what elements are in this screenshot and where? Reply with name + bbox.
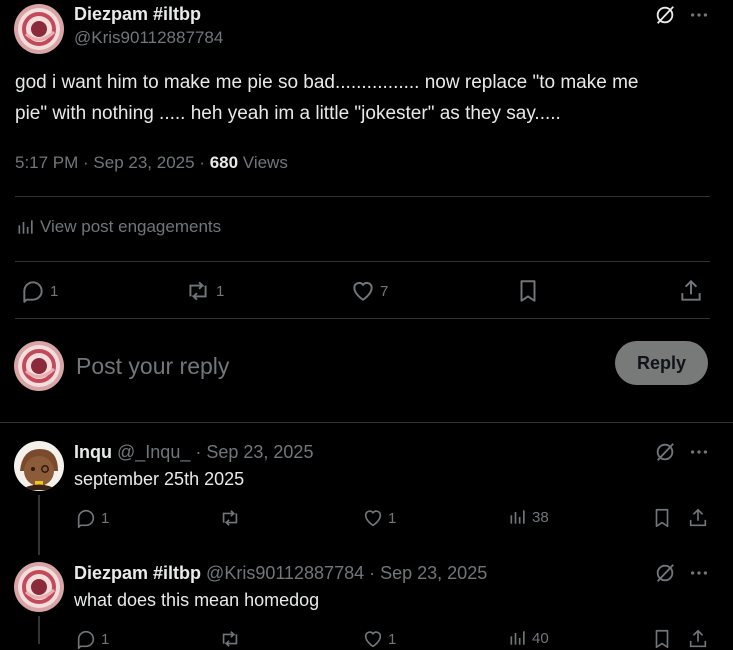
post-meta: 5:17 PM · Sep 23, 2025 · 680 Views [15, 153, 288, 173]
like-icon [364, 510, 382, 527]
avatar[interactable] [14, 562, 64, 612]
like-icon [353, 281, 373, 301]
divider [15, 318, 710, 319]
reply-count: 1 [50, 282, 59, 300]
analytics-icon [510, 510, 525, 524]
bookmark-icon [655, 508, 669, 528]
bookmark-button[interactable] [651, 507, 673, 529]
grok-icon[interactable] [654, 562, 676, 584]
repost-button[interactable] [218, 507, 246, 529]
author-name[interactable]: Diezpam #iltbp [74, 4, 201, 25]
divider [15, 261, 710, 262]
bookmark-icon [520, 280, 536, 302]
reply-text: what does this mean homedog [74, 590, 320, 610]
more-icon[interactable] [688, 562, 710, 584]
divider [0, 422, 733, 423]
repost-icon [222, 510, 238, 526]
reply-author-handle[interactable]: @Kris90112887784 [206, 563, 364, 583]
views-count: 680 [209, 153, 239, 172]
reply-text: september 25th 2025 [74, 469, 245, 489]
views-button[interactable]: 38 [508, 507, 549, 527]
share-button[interactable] [687, 628, 709, 650]
reply-icon [23, 281, 43, 303]
reply-header: Inqu @_Inqu_ · Sep 23, 2025 [74, 442, 313, 463]
repost-icon [189, 281, 207, 301]
repost-icon [222, 631, 238, 647]
reply-submit-label: Reply [636, 352, 687, 373]
like-count: 1 [388, 509, 397, 527]
reply-icon [77, 509, 95, 528]
avatar[interactable] [14, 441, 64, 491]
reply-button[interactable]: 1 [20, 278, 58, 304]
reply-header: Diezpam #iltbp @Kris90112887784 · Sep 23… [74, 563, 487, 584]
share-icon [689, 508, 707, 527]
like-icon [364, 631, 382, 648]
reply-count: 1 [101, 630, 110, 648]
reply-button[interactable]: 1 [75, 628, 109, 650]
analytics-icon [510, 631, 525, 645]
like-count: 7 [380, 282, 389, 300]
post-timestamp[interactable]: 5:17 PM · Sep 23, 2025 · [15, 153, 205, 172]
reply-input[interactable] [74, 346, 598, 386]
avatar[interactable] [14, 341, 64, 391]
reply-date[interactable]: · Sep 23, 2025 [369, 563, 487, 583]
view-engagements-link[interactable]: View post engagements [16, 217, 221, 237]
author-handle[interactable]: @Kris90112887784 [74, 28, 223, 48]
reply-author-name[interactable]: Diezpam #iltbp [74, 563, 201, 583]
post-text-line-1: god i want him to make me pie so bad....… [15, 72, 639, 93]
like-count: 1 [388, 630, 397, 648]
reply-button[interactable]: 1 [75, 507, 109, 529]
like-button[interactable]: 7 [350, 278, 388, 304]
views-count: 38 [532, 508, 549, 526]
thread-line [38, 616, 40, 644]
engagements-label: View post engagements [40, 217, 222, 236]
divider [15, 196, 710, 197]
reply-count: 1 [101, 509, 110, 527]
reply-author-name[interactable]: Inqu [74, 442, 112, 462]
repost-button[interactable] [218, 628, 246, 650]
bookmark-button[interactable] [515, 278, 541, 304]
share-icon [681, 279, 701, 301]
repost-count: 1 [216, 282, 225, 300]
like-button[interactable]: 1 [362, 507, 396, 529]
like-button[interactable]: 1 [362, 628, 396, 650]
more-icon[interactable] [688, 441, 710, 463]
bookmark-icon [655, 629, 669, 649]
repost-button[interactable]: 1 [184, 278, 224, 304]
share-button[interactable] [687, 507, 709, 529]
views-label: Views [242, 153, 288, 172]
avatar[interactable] [14, 4, 64, 54]
more-icon[interactable] [688, 4, 710, 26]
views-button[interactable]: 40 [508, 628, 549, 648]
thread-line [38, 495, 40, 555]
grok-icon[interactable] [654, 4, 676, 26]
share-button[interactable] [678, 278, 704, 304]
post-text-line-2: pie" with nothing ..... heh yeah im a li… [15, 103, 561, 124]
analytics-icon [18, 220, 33, 234]
reply-date[interactable]: · Sep 23, 2025 [195, 442, 313, 462]
grok-icon[interactable] [654, 441, 676, 463]
reply-icon [77, 630, 95, 649]
bookmark-button[interactable] [651, 628, 673, 650]
reply-author-handle[interactable]: @_Inqu_ [117, 442, 190, 462]
reply-submit-button[interactable]: Reply [615, 341, 708, 385]
share-icon [689, 629, 707, 648]
